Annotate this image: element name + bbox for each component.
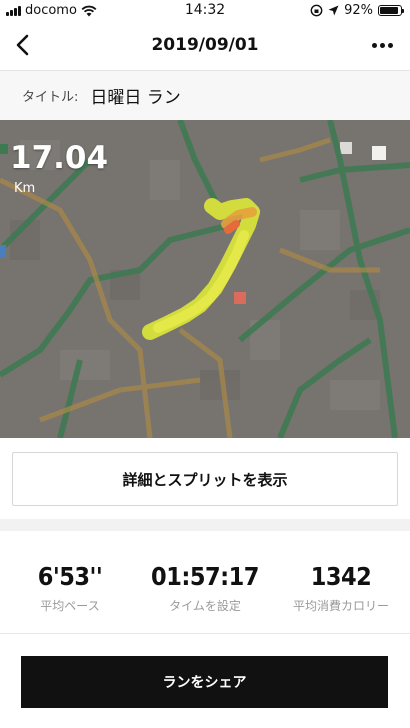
status-bar: docomo 14:32 92%: [0, 0, 410, 20]
stat-label: 平均ペース: [40, 599, 100, 613]
more-options-button[interactable]: [364, 28, 400, 62]
status-right: 92%: [310, 3, 404, 18]
nav-bar: 2019/09/01: [0, 22, 410, 68]
stat-label: 平均消費カロリー: [292, 599, 389, 613]
more-dots-icon: [371, 42, 377, 48]
divider: [0, 633, 410, 634]
location-arrow-icon: [328, 5, 339, 16]
distance-value: 17.04: [10, 140, 109, 176]
stat-label: タイムを設定: [169, 599, 241, 613]
distance-unit: Km: [14, 181, 36, 196]
stat-value: 01:57:17: [151, 562, 259, 591]
orientation-lock-icon: [310, 4, 323, 17]
stat-value: 1342: [310, 562, 372, 591]
title-label: タイトル:: [22, 90, 79, 105]
battery-fill: [380, 7, 399, 14]
page-title: 2019/09/01: [151, 35, 259, 55]
title-value: 日曜日 ラン: [90, 88, 181, 108]
stat-calories: 1342 平均消費カロリー: [273, 562, 409, 614]
battery-percent: 92%: [344, 3, 373, 18]
stats-row: 6'53'' 平均ペース 01:57:17 タイムを設定 1342 平均消費カロ…: [0, 562, 410, 622]
section-separator: [0, 519, 410, 531]
details-splits-button[interactable]: 詳細とスプリットを表示: [12, 452, 398, 506]
stat-average-pace: 6'53'' 平均ペース: [2, 562, 138, 614]
stat-set-time: 01:57:17 タイムを設定: [137, 562, 273, 614]
route-map[interactable]: 17.04 Km: [0, 120, 410, 438]
battery-icon: [378, 5, 404, 16]
stat-value: 6'53'': [37, 562, 103, 591]
activity-title-row[interactable]: タイトル: 日曜日 ラン: [0, 70, 410, 120]
share-run-button[interactable]: ランをシェア: [21, 656, 388, 708]
